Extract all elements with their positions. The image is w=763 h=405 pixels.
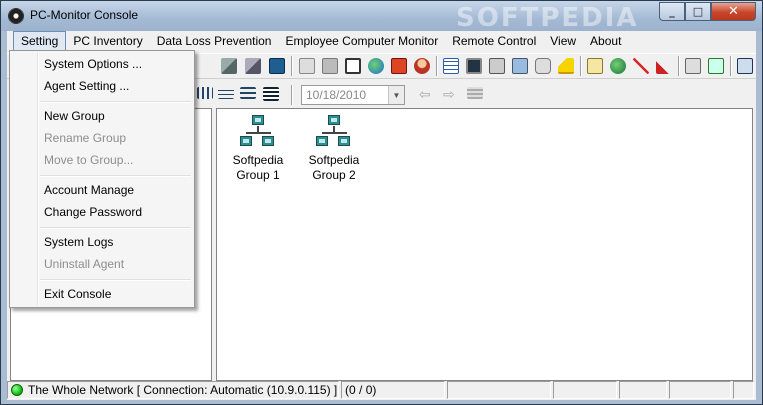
group-list-pane[interactable]: Softpedia Group 1 Softpedia Group 2 [216,108,753,381]
arrow-left-icon[interactable]: ⇦ [419,87,435,103]
menu-view[interactable]: View [543,31,583,51]
window-icon[interactable] [345,58,361,74]
connection-status-icon [11,384,23,396]
menu-item-move-to-group: Move to Group... [44,153,134,167]
status-panel [553,381,618,399]
menu-data-loss-prevention[interactable]: Data Loss Prevention [150,31,279,51]
menu-item-change-password[interactable]: Change Password [44,205,142,219]
computer-remove-icon[interactable] [245,58,261,74]
menu-pc-inventory[interactable]: PC Inventory [66,31,149,51]
menu-gutter [37,53,39,305]
window-controls: _ □ ✕ [659,2,756,21]
watermark-text: SOFTPEDIA [456,3,639,33]
edit-icon[interactable] [587,58,603,74]
toolbar-separator [291,85,293,105]
menu-item-exit-console[interactable]: Exit Console [44,287,111,301]
document-icon[interactable] [299,58,315,74]
disk-icon[interactable] [535,58,551,74]
details-view-icon[interactable] [263,87,279,101]
menu-item-system-options[interactable]: System Options ... [44,57,142,71]
menu-item-uninstall-agent: Uninstall Agent [44,257,125,271]
menu-employee-computer-monitor[interactable]: Employee Computer Monitor [278,31,445,51]
menu-bar: Setting PC Inventory Data Loss Preventio… [7,31,756,51]
usb-block-icon[interactable] [656,58,672,74]
chevron-down-icon[interactable]: ▼ [388,86,404,104]
computer-add-icon[interactable] [221,58,237,74]
toolbar-separator [291,56,293,76]
refresh-icon[interactable] [708,58,724,74]
date-value: 10/18/2010 [306,88,367,102]
small-icons-view-icon[interactable] [197,87,213,99]
status-network-text: The Whole Network [ Connection: Automati… [28,383,338,397]
copy-icon[interactable] [685,58,701,74]
help-icon[interactable] [737,58,753,74]
arrow-right-icon[interactable]: ⇨ [443,87,459,103]
main-window: PC-Monitor Console SOFTPEDIA _ □ ✕ Setti… [0,0,763,405]
mail-icon[interactable] [391,58,407,74]
menu-separator [40,279,191,281]
user-icon[interactable] [414,58,430,74]
group-item[interactable]: Softpedia Group 2 [299,115,369,183]
print-icon[interactable] [489,58,505,74]
menu-remote-control[interactable]: Remote Control [445,31,543,51]
computer-group-icon [240,115,276,149]
menu-separator [40,101,191,103]
status-panel [669,381,732,399]
tree-view-icon[interactable] [218,87,234,99]
title-bar[interactable]: PC-Monitor Console SOFTPEDIA _ □ ✕ [1,1,762,33]
window-title: PC-Monitor Console [30,8,139,22]
maximize-button[interactable]: □ [685,2,711,21]
menu-separator [40,175,191,177]
calendar-icon[interactable] [467,87,483,99]
date-picker[interactable]: 10/18/2010 ▼ [301,85,405,105]
globe-icon[interactable] [368,58,384,74]
status-panel [733,381,754,399]
status-panel [446,381,552,399]
group-name-line1: Softpedia [308,153,360,167]
menu-about[interactable]: About [583,31,628,51]
status-network: The Whole Network [ Connection: Automati… [7,381,340,399]
group-name-line2: Group 1 [236,168,280,182]
toolbar-separator [580,56,582,76]
menu-item-agent-setting[interactable]: Agent Setting ... [44,79,129,93]
status-bar: The Whole Network [ Connection: Automati… [7,381,756,400]
camera-icon[interactable] [322,58,338,74]
close-button[interactable]: ✕ [711,2,756,21]
toolbar-separator [730,56,732,76]
status-count: (0 / 0) [341,381,445,399]
setting-menu-dropdown: System Options ... Agent Setting ... New… [9,50,195,308]
group-name-line2: Group 2 [312,168,356,182]
menu-item-rename-group: Rename Group [44,131,127,145]
network-map-icon[interactable] [269,58,285,74]
menu-item-account-manage[interactable]: Account Manage [44,183,134,197]
computer-group-icon [316,115,352,149]
block-icon[interactable] [633,58,649,74]
menu-separator [40,227,191,229]
toolbar-separator [678,56,680,76]
warning-icon[interactable] [558,58,574,74]
app-logo-icon[interactable] [8,8,24,24]
monitor-icon[interactable] [466,58,482,74]
list-view-icon[interactable] [240,87,256,99]
group-item[interactable]: Softpedia Group 1 [223,115,293,183]
menu-item-new-group[interactable]: New Group [44,109,105,123]
grid-view-icon[interactable] [443,58,459,74]
network-globe-icon[interactable] [610,58,626,74]
status-panel [619,381,668,399]
toolbar-separator [436,56,438,76]
group-name-line1: Softpedia [232,153,284,167]
menu-item-system-logs[interactable]: System Logs [44,235,113,249]
menu-setting[interactable]: Setting [13,31,67,51]
minimize-button[interactable]: _ [659,2,685,21]
search-computer-icon[interactable] [512,58,528,74]
